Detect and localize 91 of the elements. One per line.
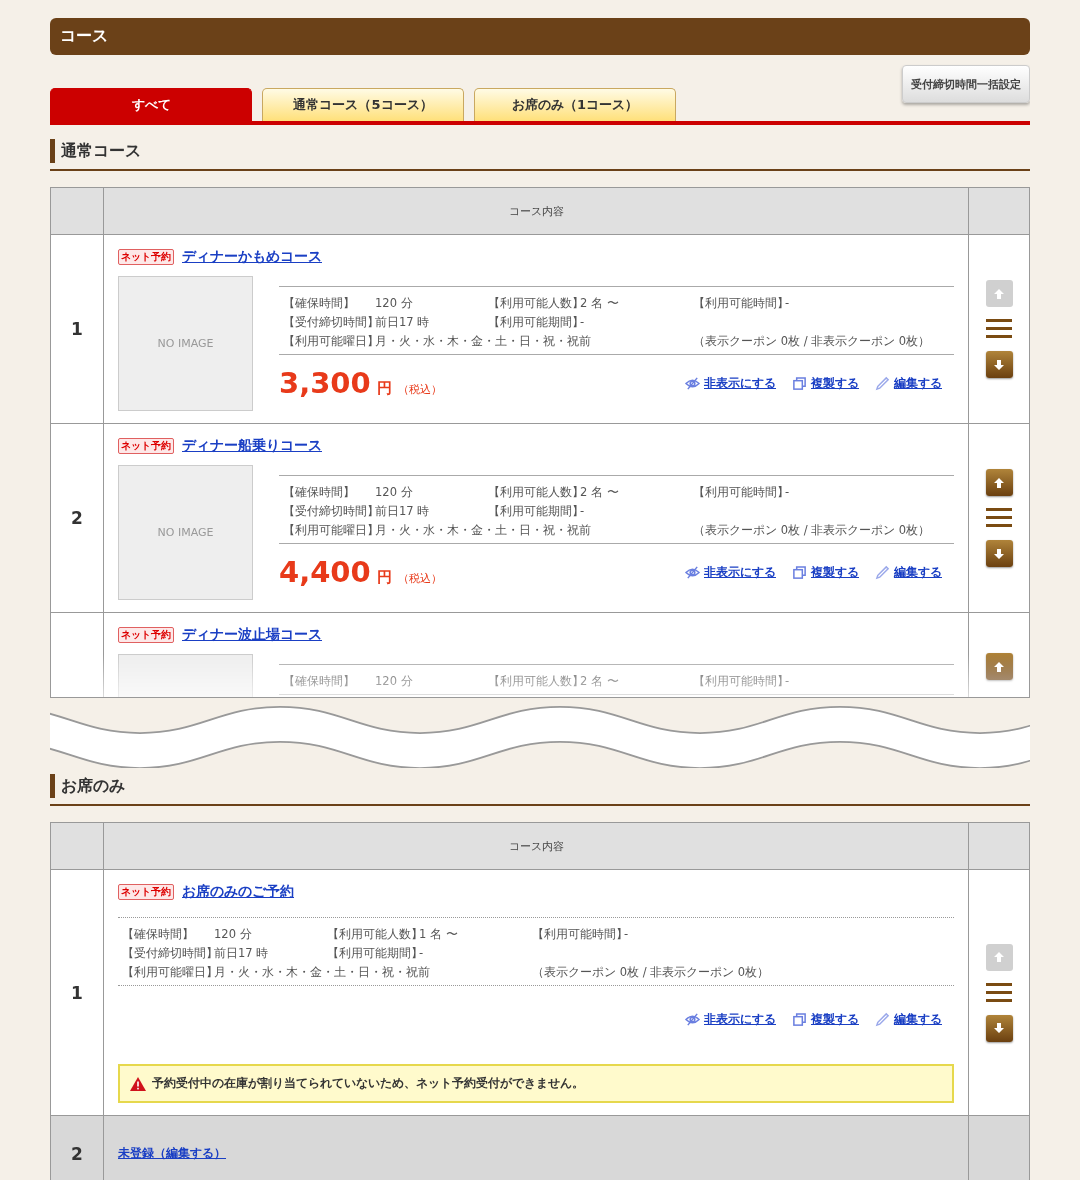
tab[interactable]: お席のみ（1コース） [474, 88, 676, 121]
column-header: コース内容 [104, 823, 969, 869]
detail-text: 【利用可能期間】- [488, 503, 586, 520]
action-link[interactable]: 編集する [894, 1010, 942, 1028]
arrow-down-icon [993, 358, 1005, 371]
arrow-up-icon [993, 476, 1005, 489]
drag-handle-icon[interactable] [986, 508, 1012, 528]
hide-icon [685, 1011, 700, 1027]
action-link[interactable]: 非表示にする [704, 1010, 776, 1028]
action-link[interactable]: 編集する [894, 563, 942, 581]
net-reservation-badge: ネット予約 [118, 884, 174, 900]
detail-text: 【利用可能人数】2 名 〜 [488, 295, 620, 312]
header-cell [969, 188, 1029, 234]
course-name-link[interactable]: ディナー波止場コース [182, 626, 322, 644]
net-reservation-badge: ネット予約 [118, 438, 174, 454]
detail-text: 【利用可能時間】- [693, 484, 791, 501]
drag-handle-icon[interactable] [986, 319, 1012, 339]
row-number-cell: 2 [51, 424, 104, 612]
arrow-down-icon [993, 1022, 1005, 1034]
coupon-count: （表示クーポン 0枚 / 非表示クーポン 0枚） [693, 522, 932, 539]
price: 4,400 [279, 555, 371, 589]
copy-icon [792, 564, 807, 580]
page-title: コース [60, 26, 108, 45]
register-link[interactable]: 未登録（編集する） [118, 1146, 226, 1160]
detail-text: 【確保時間】 120 分 [283, 673, 414, 690]
bulk-deadline-button[interactable]: 受付締切時間一括設定 [902, 65, 1030, 103]
course-name-link[interactable]: ディナーかもめコース [182, 248, 322, 266]
arrow-up-icon [993, 660, 1005, 673]
move-down-button[interactable] [985, 351, 1013, 378]
net-reservation-badge: ネット予約 [118, 249, 174, 265]
row-number-cell: 2 [51, 1116, 104, 1180]
copy-icon [792, 1011, 807, 1027]
coupon-count: （表示クーポン 0枚 / 非表示クーポン 0枚） [693, 333, 932, 350]
edit-icon [875, 1011, 890, 1027]
action-link[interactable]: 複製する [811, 374, 859, 392]
hide-icon [685, 564, 700, 580]
detail-text: 【確保時間】 120 分 [122, 926, 253, 943]
coupon-count: （表示クーポン 0枚 / 非表示クーポン 0枚） [532, 964, 771, 981]
tab[interactable]: すべて [50, 88, 252, 121]
move-up-button[interactable] [985, 653, 1013, 680]
currency: 円 [376, 568, 392, 587]
column-header: コース内容 [104, 188, 969, 234]
copy-icon [792, 375, 807, 391]
row-number-cell: 1 [51, 235, 104, 423]
price: 3,300 [279, 366, 371, 400]
detail-text: 【利用可能期間】- [488, 314, 586, 331]
detail-text: 【利用可能曜日】月・火・水・木・金・土・日・祝・祝前 [283, 333, 592, 350]
detail-text: 【受付締切時間】前日17 時 [122, 945, 270, 962]
action-link[interactable]: 編集する [894, 374, 942, 392]
tax-note: （税込） [397, 382, 442, 397]
detail-text: 【利用可能人数】1 名 〜 [327, 926, 459, 943]
drag-handle-icon[interactable] [986, 982, 1012, 1003]
course-name-link[interactable]: ディナー船乗りコース [182, 437, 322, 455]
move-up-button[interactable] [985, 469, 1013, 496]
detail-text: 【利用可能期間】- [327, 945, 425, 962]
move-down-button[interactable] [985, 540, 1013, 567]
detail-text: 【利用可能時間】- [693, 295, 791, 312]
detail-text: 【利用可能時間】- [532, 926, 630, 943]
action-link[interactable]: 非表示にする [704, 563, 776, 581]
warning-icon [130, 1076, 146, 1091]
currency: 円 [376, 379, 392, 398]
arrow-up-icon [993, 287, 1005, 300]
detail-text: 【確保時間】 120 分 [283, 484, 414, 501]
net-reservation-badge: ネット予約 [118, 627, 174, 643]
detail-text: 【受付締切時間】前日17 時 [283, 503, 431, 520]
detail-text: 【利用可能時間】- [693, 673, 791, 690]
edit-icon [875, 564, 890, 580]
tab[interactable]: 通常コース（5コース） [262, 88, 464, 121]
header-cell [969, 823, 1029, 869]
arrow-up-icon [993, 951, 1005, 963]
detail-text: 【受付締切時間】前日17 時 [283, 314, 431, 331]
hide-icon [685, 375, 700, 391]
tax-note: （税込） [397, 571, 442, 586]
action-link[interactable]: 複製する [811, 1010, 859, 1028]
warning-message: 予約受付中の在庫が割り当てられていないため、ネット予約受付ができません。 [118, 1064, 954, 1103]
detail-text: 【利用可能曜日】月・火・水・木・金・土・日・祝・祝前 [283, 522, 592, 539]
action-link[interactable]: 非表示にする [704, 374, 776, 392]
row-number-cell: 1 [51, 870, 104, 1115]
detail-text: 【利用可能人数】2 名 〜 [488, 484, 620, 501]
section-heading: 通常コース [50, 139, 1030, 171]
detail-text: 【利用可能人数】2 名 〜 [488, 673, 620, 690]
detail-text: 【利用可能曜日】月・火・水・木・金・土・日・祝・祝前 [122, 964, 431, 981]
move-down-button[interactable] [985, 1014, 1013, 1042]
edit-icon [875, 375, 890, 391]
no-image-label: NO IMAGE [157, 337, 214, 350]
detail-text: 【確保時間】 120 分 [283, 295, 414, 312]
arrow-down-icon [993, 547, 1005, 560]
section-heading: お席のみ [50, 774, 1030, 806]
action-link[interactable]: 複製する [811, 563, 859, 581]
no-image-label: NO IMAGE [157, 526, 214, 539]
course-name-link[interactable]: お席のみのご予約 [182, 883, 294, 901]
